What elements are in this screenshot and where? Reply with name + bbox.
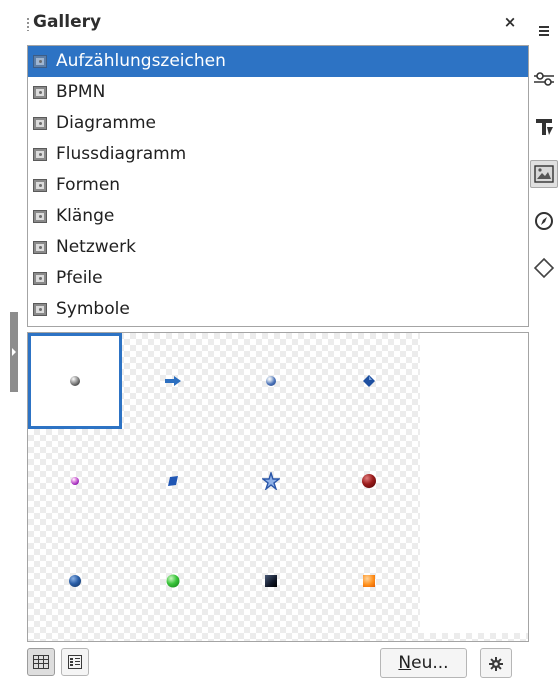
purple-ball-bullet-icon	[71, 477, 79, 485]
theme-item-flussdiagramm[interactable]: Flussdiagramm	[28, 139, 528, 170]
detail-view-icon	[68, 655, 82, 669]
theme-item-bpmn[interactable]: BPMN	[28, 77, 528, 108]
gallery-toolbar: Neu...	[27, 646, 527, 680]
theme-label: Symbole	[56, 299, 130, 319]
gallery-theme-icon	[33, 272, 47, 285]
gallery-item[interactable]	[28, 533, 122, 629]
styles-icon	[536, 119, 553, 135]
sidebar-collapse-handle[interactable]	[10, 312, 18, 392]
gallery-item[interactable]	[224, 533, 318, 629]
new-theme-button[interactable]: Neu...	[380, 648, 467, 678]
gallery-theme-icon	[33, 179, 47, 192]
blue-ball-bullet-icon	[266, 376, 276, 386]
gallery-item[interactable]	[322, 433, 416, 529]
theme-label: Formen	[56, 175, 121, 195]
preview-empty-area	[420, 333, 528, 633]
gallery-item[interactable]	[126, 333, 220, 429]
gallery-theme-icon	[33, 241, 47, 254]
tab-navigator[interactable]	[530, 207, 558, 235]
theme-item-diagramme[interactable]: Diagramme	[28, 108, 528, 139]
gallery-theme-icon	[33, 148, 47, 161]
gallery-preview[interactable]	[27, 332, 529, 642]
tab-properties[interactable]	[530, 65, 558, 93]
shapes-icon	[533, 257, 555, 279]
theme-label: Aufzählungszeichen	[56, 51, 226, 71]
gallery-item[interactable]	[28, 333, 122, 429]
theme-label: Diagramme	[56, 113, 157, 133]
blue-arrow-bullet-icon	[165, 376, 181, 386]
gallery-icon	[534, 165, 554, 183]
menu-icon	[539, 26, 549, 36]
green-ball-bullet-icon	[166, 574, 180, 588]
gallery-theme-icon	[33, 117, 47, 130]
deck-header: Gallery ×	[22, 9, 528, 39]
theme-item-netzwerk[interactable]: Netzwerk	[28, 232, 528, 263]
gallery-item[interactable]	[28, 433, 122, 529]
gray-ball-bullet-icon	[70, 376, 80, 386]
expand-arrow-icon	[12, 348, 16, 356]
orange-square-bullet-icon	[363, 575, 375, 587]
gallery-item[interactable]	[126, 533, 220, 629]
theme-label: Klänge	[56, 206, 115, 226]
new-label: eu...	[411, 653, 449, 673]
blue-star-bullet-icon	[262, 472, 280, 490]
gallery-sidebar: Gallery × Aufzählungszeichen BPMN Diagra…	[0, 0, 560, 681]
gallery-theme-icon	[33, 303, 47, 316]
theme-item-klaenge[interactable]: Klänge	[28, 201, 528, 232]
deck-title: Gallery	[33, 12, 102, 32]
black-square-bullet-icon	[265, 575, 277, 587]
gallery-theme-icon	[33, 210, 47, 223]
theme-item-formen[interactable]: Formen	[28, 170, 528, 201]
tab-gallery[interactable]	[530, 160, 558, 188]
properties-icon	[534, 72, 554, 86]
theme-item-symbole[interactable]: Symbole	[28, 294, 528, 325]
gallery-theme-icon	[33, 86, 47, 99]
gallery-item[interactable]	[322, 533, 416, 629]
icon-view-button[interactable]	[27, 648, 55, 676]
gallery-item[interactable]	[224, 333, 318, 429]
theme-item-aufzaehlungszeichen[interactable]: Aufzählungszeichen	[28, 46, 528, 77]
theme-list[interactable]: Aufzählungszeichen BPMN Diagramme Flussd…	[27, 45, 529, 327]
drag-grip-icon[interactable]	[27, 17, 29, 31]
theme-label: Pfeile	[56, 268, 103, 288]
gallery-item[interactable]	[126, 433, 220, 529]
blue-square-bullet-icon	[168, 476, 178, 486]
tab-styles[interactable]	[530, 113, 558, 141]
theme-label: BPMN	[56, 82, 106, 102]
gallery-item[interactable]	[322, 333, 416, 429]
dark-red-ball-bullet-icon	[362, 474, 376, 488]
gallery-theme-icon	[33, 55, 47, 68]
settings-button[interactable]	[480, 648, 512, 678]
tab-menu[interactable]	[530, 17, 558, 45]
new-mnemonic: N	[398, 653, 412, 673]
icon-view-icon	[33, 655, 49, 669]
close-deck-button[interactable]: ×	[502, 11, 518, 33]
tab-shapes[interactable]	[530, 254, 558, 282]
theme-label: Flussdiagramm	[56, 144, 187, 164]
blue-diamond-bullet-icon	[363, 375, 375, 387]
gear-icon	[489, 656, 503, 671]
navigator-icon	[535, 212, 553, 230]
detail-view-button[interactable]	[61, 648, 89, 676]
dark-blue-ball-bullet-icon	[69, 575, 81, 587]
gallery-item[interactable]	[224, 433, 318, 529]
theme-item-pfeile[interactable]: Pfeile	[28, 263, 528, 294]
sidebar-tabbar	[528, 0, 560, 681]
theme-label: Netzwerk	[56, 237, 136, 257]
